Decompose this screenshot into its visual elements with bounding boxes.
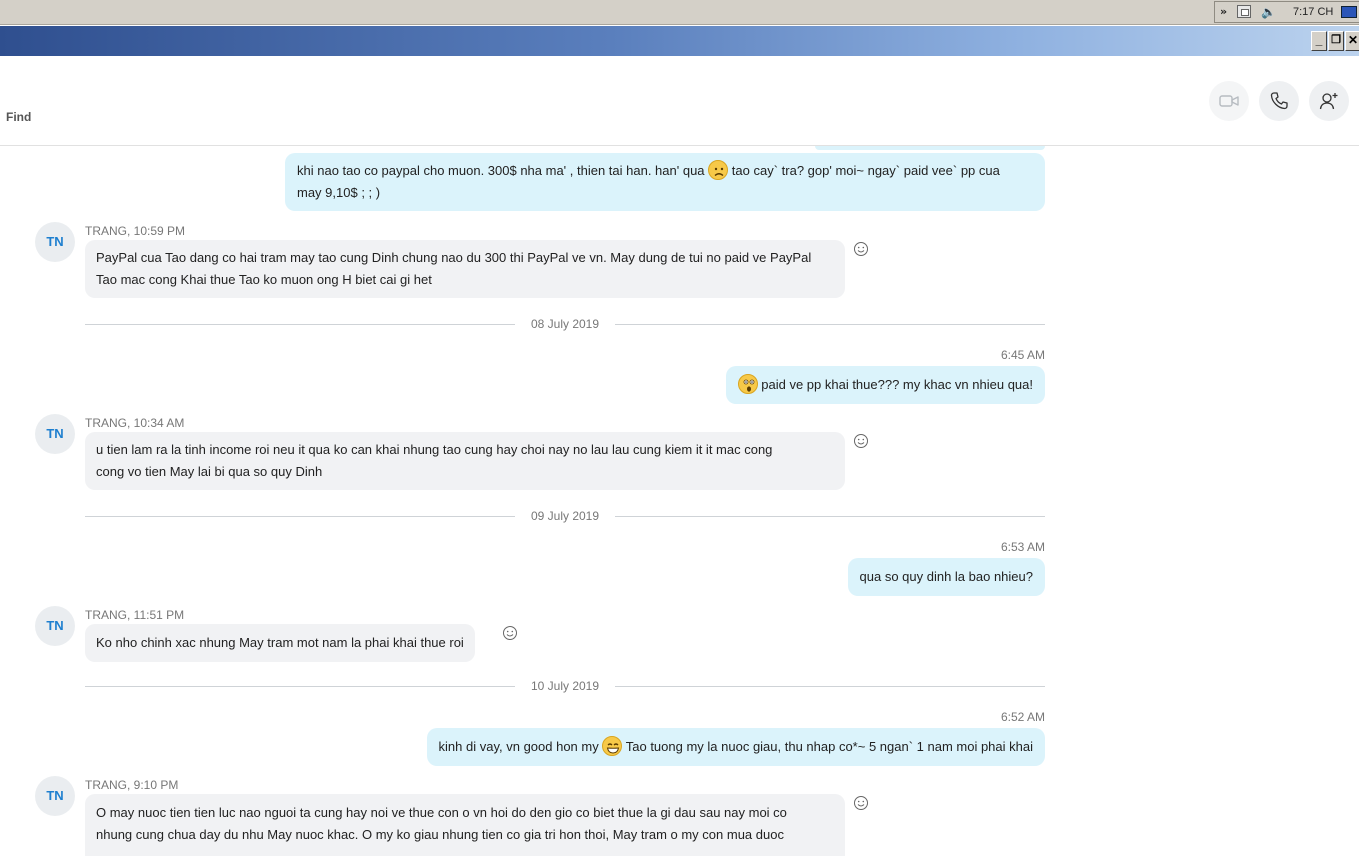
- incoming-message[interactable]: PayPal cua Tao dang co hai tram may tao …: [85, 240, 845, 298]
- chat-header: Find: [0, 57, 1359, 146]
- avatar[interactable]: TN: [35, 414, 75, 454]
- date-separator-label: 08 July 2019: [530, 317, 600, 331]
- outgoing-message[interactable]: paid ve pp khai thue??? my khac vn nhieu…: [725, 366, 1045, 404]
- grin-emoji-icon: [602, 736, 623, 756]
- message-text-line: paid ve pp khai thue??? my khac vn nhieu…: [737, 374, 1033, 396]
- os-taskbar: » 🔈 7:17 CH: [0, 0, 1359, 25]
- outgoing-message[interactable]: khi nao tao co paypal cho muon. 300$ nha…: [285, 153, 1045, 211]
- minimize-button[interactable]: _: [1311, 31, 1327, 51]
- outgoing-message[interactable]: kinh di vay, vn good hon my Tao tuong my…: [426, 728, 1045, 766]
- system-tray: » 🔈 7:17 CH: [1214, 1, 1359, 23]
- avatar[interactable]: TN: [35, 606, 75, 646]
- show-desktop-icon[interactable]: [1341, 6, 1357, 18]
- message-text-line: cong vo tien May lai bi qua so quy Dinh: [96, 464, 323, 479]
- tray-clock[interactable]: 7:17 CH: [1293, 5, 1333, 19]
- date-separator: 09 July 2019: [85, 509, 1045, 523]
- audio-call-button[interactable]: [1259, 81, 1299, 121]
- avatar[interactable]: TN: [35, 776, 75, 816]
- date-separator: 08 July 2019: [85, 317, 1045, 331]
- smiley-icon[interactable]: [853, 433, 869, 449]
- close-button[interactable]: ✕: [1345, 31, 1359, 51]
- add-person-icon: [1319, 93, 1338, 110]
- window-titlebar: _ ❐ ✕: [0, 26, 1359, 56]
- message-text-line: qua so quy dinh la bao nhieu?: [859, 569, 1033, 584]
- message-timestamp: 6:53 AM: [1000, 540, 1045, 554]
- smiley-icon[interactable]: [853, 795, 869, 811]
- add-people-button[interactable]: [1309, 81, 1349, 121]
- video-camera-icon: [1219, 95, 1239, 107]
- sender-timestamp: TRANG, 11:51 PM: [85, 608, 185, 622]
- message-text-line: O may nuoc tien tien luc nao nguoi ta cu…: [96, 805, 787, 820]
- message-text-line: PayPal cua Tao dang co hai tram may tao …: [96, 250, 812, 265]
- find-button[interactable]: Find: [6, 110, 31, 124]
- sender-timestamp: TRANG, 10:59 PM: [85, 224, 186, 238]
- message-text-line: kinh di vay, vn good hon my Tao tuong my…: [439, 736, 1033, 758]
- outgoing-message[interactable]: qua so quy dinh la bao nhieu?: [847, 558, 1045, 596]
- date-separator-label: 09 July 2019: [530, 509, 600, 523]
- sender-timestamp: TRANG, 10:34 AM: [85, 416, 185, 430]
- message-list[interactable]: khi nao tao co paypal cho muon. 300$ nha…: [0, 146, 1359, 856]
- message-text: kinh di vay, vn good hon my: [438, 739, 599, 754]
- message-text: khi nao tao co paypal cho muon. 300$ nha…: [297, 163, 705, 178]
- message-text-line: u tien lam ra la tinh income roi neu it …: [96, 442, 773, 457]
- shocked-emoji-icon: [737, 374, 758, 394]
- incoming-message[interactable]: u tien lam ra la tinh income roi neu it …: [85, 432, 845, 490]
- message-text: paid ve pp khai thue??? my khac vn nhieu…: [761, 377, 1033, 392]
- frown-emoji-icon: [708, 160, 729, 180]
- message-text-line: khi nao tao co paypal cho muon. 300$ nha…: [297, 160, 1033, 182]
- message-text-line: Tao mac cong Khai thue Tao ko muon ong H…: [96, 272, 432, 287]
- message-text-line: may 9,10$ ; ; ): [297, 185, 381, 200]
- smiley-icon[interactable]: [502, 625, 518, 641]
- message-text-line: nhung cung chua day du nhu May nuoc khac…: [96, 827, 784, 842]
- message-text-line: Ko nho chinh xac nhung May tram mot nam …: [96, 635, 464, 650]
- phone-icon: [1270, 92, 1288, 110]
- network-icon[interactable]: [1237, 5, 1251, 18]
- incoming-message[interactable]: O may nuoc tien tien luc nao nguoi ta cu…: [85, 794, 845, 856]
- smiley-icon[interactable]: [853, 241, 869, 257]
- message-text: Tao tuong my la nuoc giau, thu nhap co*~…: [625, 739, 1033, 754]
- avatar[interactable]: TN: [35, 222, 75, 262]
- message-timestamp: 6:45 AM: [1000, 348, 1045, 362]
- incoming-message[interactable]: Ko nho chinh xac nhung May tram mot nam …: [85, 624, 475, 662]
- tray-expand-icon[interactable]: »: [1220, 5, 1227, 19]
- previous-message-edge: [815, 146, 1045, 150]
- volume-icon[interactable]: 🔈: [1261, 5, 1276, 19]
- sender-timestamp: TRANG, 9:10 PM: [85, 778, 179, 792]
- date-separator-label: 10 July 2019: [530, 679, 600, 693]
- date-separator: 10 July 2019: [85, 679, 1045, 693]
- video-call-button[interactable]: [1209, 81, 1249, 121]
- maximize-button[interactable]: ❐: [1328, 31, 1344, 51]
- message-timestamp: 6:52 AM: [1000, 710, 1045, 724]
- message-text: tao cay` tra? gop' moi~ ngay` paid vee` …: [731, 163, 1000, 178]
